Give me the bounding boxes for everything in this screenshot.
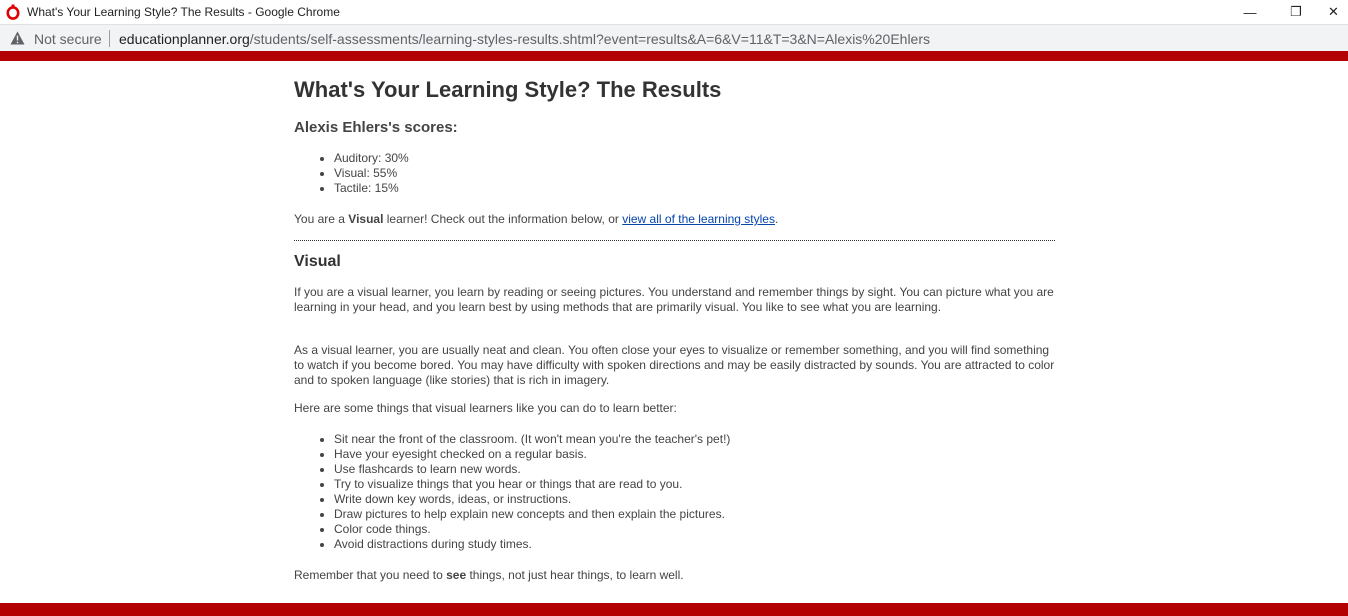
window-title: What's Your Learning Style? The Results … <box>27 5 340 19</box>
section-divider <box>294 240 1055 241</box>
restore-button[interactable]: ❐ <box>1273 0 1319 24</box>
list-item: Use flashcards to learn new words. <box>334 462 730 477</box>
footer-red-band <box>0 603 1348 616</box>
list-item: Draw pictures to help explain new concep… <box>334 507 730 522</box>
result-style: Visual <box>348 212 384 226</box>
minimize-icon: — <box>1243 4 1257 20</box>
result-suffix: . <box>774 212 779 226</box>
warning-icon[interactable] <box>10 31 25 45</box>
tips-list: Sit near the front of the classroom. (It… <box>334 432 730 552</box>
result-prefix: You are a <box>294 212 349 226</box>
close-button[interactable]: ✕ <box>1319 0 1348 24</box>
close-icon: ✕ <box>1328 4 1339 19</box>
scores-list: Auditory: 30% Visual: 55% Tactile: 15% <box>334 151 409 196</box>
closing-sentence: Remember that you need to see things, no… <box>294 568 684 582</box>
paragraph-traits: As a visual learner, you are usually nea… <box>294 343 1055 387</box>
url-path: /students/self-assessments/learning-styl… <box>249 31 931 47</box>
restore-icon: ❐ <box>1290 4 1302 19</box>
paragraph-intro: If you are a visual learner, you learn b… <box>294 285 1054 314</box>
url-text[interactable]: educationplanner.org/students/self-asses… <box>119 31 930 47</box>
security-label[interactable]: Not secure <box>34 31 102 47</box>
score-item-visual: Visual: 55% <box>334 166 409 181</box>
address-separator <box>109 30 110 47</box>
score-item-auditory: Auditory: 30% <box>334 151 409 166</box>
result-middle: learner! Check out the information below… <box>383 212 623 226</box>
page-title: What's Your Learning Style? The Results <box>294 77 722 102</box>
section-heading: Visual <box>294 253 341 270</box>
paragraph-tips-intro: Here are some things that visual learner… <box>294 401 677 415</box>
result-sentence: You are a Visual learner! Check out the … <box>294 212 778 226</box>
closing-suffix: things, not just hear things, to learn w… <box>466 568 684 582</box>
list-item: Write down key words, ideas, or instruct… <box>334 492 730 507</box>
url-host: educationplanner.org <box>119 31 250 47</box>
header-red-band <box>0 51 1348 61</box>
closing-bold: see <box>446 568 467 582</box>
list-item: Avoid distractions during study times. <box>334 537 730 552</box>
minimize-button[interactable]: — <box>1227 0 1273 24</box>
list-item: Sit near the front of the classroom. (It… <box>334 432 730 447</box>
scores-heading: Alexis Ehlers's scores: <box>294 119 458 136</box>
window-titlebar: What's Your Learning Style? The Results … <box>0 0 1348 24</box>
view-all-styles-link[interactable]: view all of the learning styles <box>622 212 775 226</box>
list-item: Have your eyesight checked on a regular … <box>334 447 730 462</box>
closing-prefix: Remember that you need to <box>294 568 447 582</box>
opera-app-icon <box>6 4 20 20</box>
list-item: Try to visualize things that you hear or… <box>334 477 730 492</box>
list-item: Color code things. <box>334 522 730 537</box>
address-bar[interactable]: Not secure educationplanner.org/students… <box>0 24 1348 51</box>
score-item-tactile: Tactile: 15% <box>334 181 409 196</box>
